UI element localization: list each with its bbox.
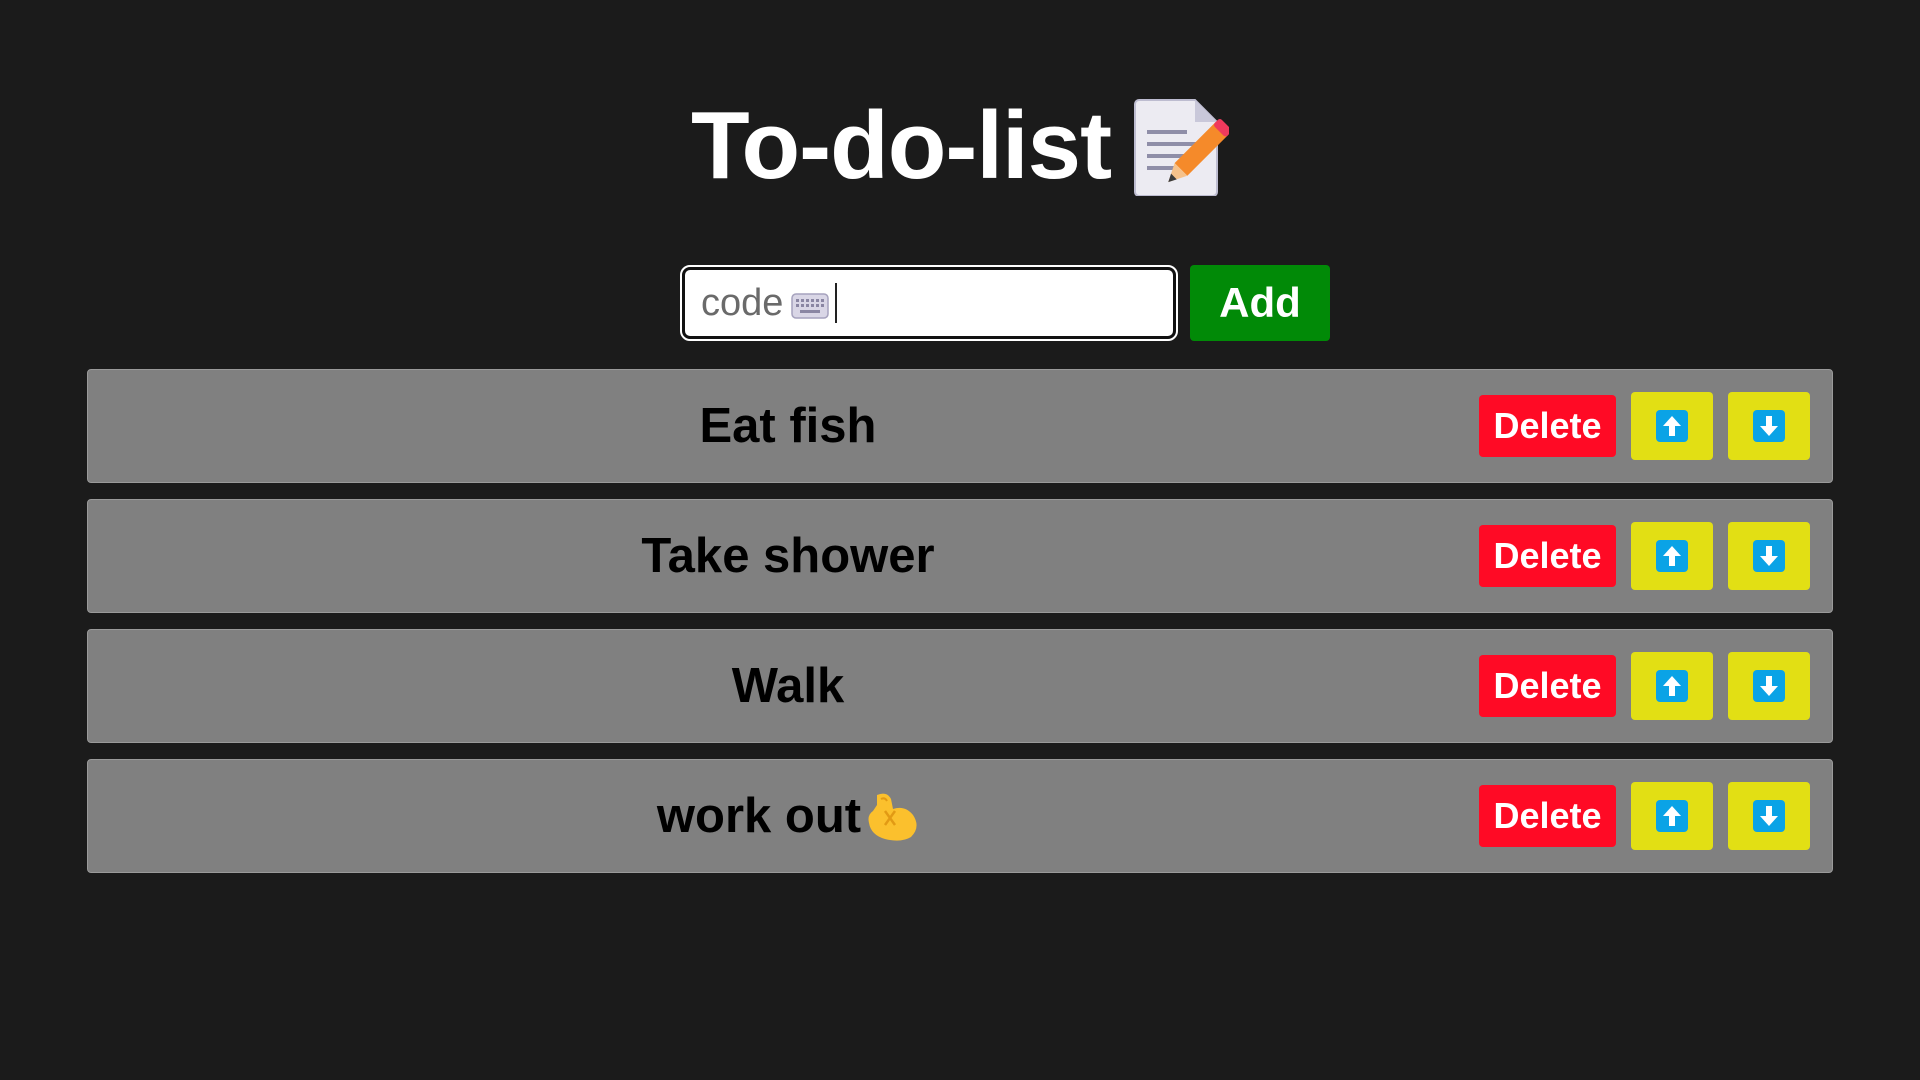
delete-button[interactable]: Delete xyxy=(1479,655,1616,717)
item-actions: Delete xyxy=(1479,370,1810,482)
flexed-biceps-icon xyxy=(868,793,917,841)
keyboard-icon xyxy=(791,293,830,319)
move-down-button[interactable] xyxy=(1728,652,1810,720)
todo-label: work out xyxy=(88,760,1488,872)
arrow-up-icon xyxy=(1656,670,1688,702)
arrow-up-icon xyxy=(1656,540,1688,572)
memo-pencil-icon xyxy=(1134,99,1230,196)
list-item: work out Delete xyxy=(87,759,1833,873)
arrow-up-icon xyxy=(1656,800,1688,832)
move-up-button[interactable] xyxy=(1631,392,1713,460)
arrow-down-icon xyxy=(1753,540,1785,572)
arrow-up-icon xyxy=(1656,410,1688,442)
delete-button[interactable]: Delete xyxy=(1479,785,1616,847)
list-item: Walk Delete xyxy=(87,629,1833,743)
delete-button[interactable]: Delete xyxy=(1479,525,1616,587)
add-form: code Add xyxy=(0,265,1920,341)
page-title: To-do-list xyxy=(690,92,1112,199)
todo-label: Walk xyxy=(731,659,845,713)
move-up-button[interactable] xyxy=(1631,782,1713,850)
text-caret xyxy=(835,283,838,323)
move-down-button[interactable] xyxy=(1728,392,1810,460)
item-actions: Delete xyxy=(1479,760,1810,872)
todo-label: Eat fish xyxy=(699,399,877,453)
move-down-button[interactable] xyxy=(1728,522,1810,590)
item-actions: Delete xyxy=(1479,500,1810,612)
move-up-button[interactable] xyxy=(1631,652,1713,720)
header: To-do-list xyxy=(0,86,1920,206)
move-up-button[interactable] xyxy=(1631,522,1713,590)
todo-input-value: code xyxy=(701,281,784,324)
arrow-down-icon xyxy=(1753,670,1785,702)
item-actions: Delete xyxy=(1479,630,1810,742)
todo-list: Eat fish Delete Take shower Delete Walk … xyxy=(87,369,1833,889)
todo-input[interactable]: code xyxy=(680,265,1178,341)
list-item: Take shower Delete xyxy=(87,499,1833,613)
todo-app: To-do-list code Add Eat fish Delete Take… xyxy=(0,0,1920,1080)
arrow-down-icon xyxy=(1753,410,1785,442)
list-item: Eat fish Delete xyxy=(87,369,1833,483)
delete-button[interactable]: Delete xyxy=(1479,395,1616,457)
todo-label: Take shower xyxy=(641,529,935,583)
arrow-down-icon xyxy=(1753,800,1785,832)
add-button[interactable]: Add xyxy=(1190,265,1330,341)
move-down-button[interactable] xyxy=(1728,782,1810,850)
